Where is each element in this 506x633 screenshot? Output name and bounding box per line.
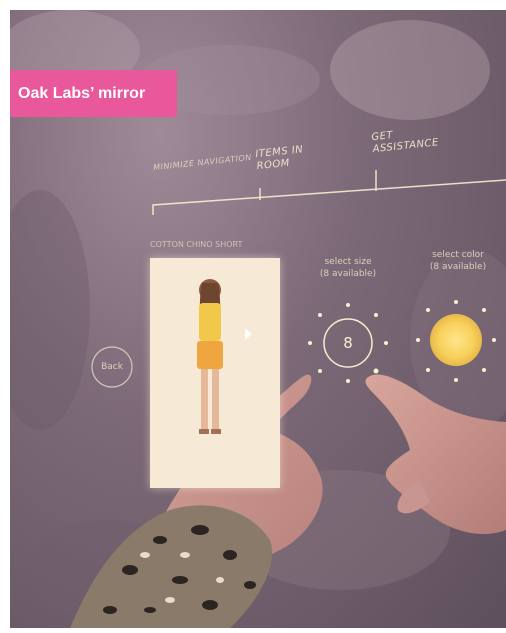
caption-badge: Oak Labs’ mirror xyxy=(10,70,177,117)
size-availability: (8 available) xyxy=(319,269,377,279)
caption-label: Oak Labs’ mirror xyxy=(18,84,146,102)
size-value[interactable]: 8 xyxy=(336,334,360,352)
product-model-image xyxy=(197,279,252,434)
nav-rail xyxy=(152,170,506,215)
product-name: COTTON CHINO SHORT xyxy=(150,240,243,249)
mirror-photo: Minimize Navigation Items in Room Get As… xyxy=(10,10,506,628)
color-availability: (8 available) xyxy=(429,262,487,272)
product-card[interactable] xyxy=(150,258,280,488)
size-heading: select size xyxy=(324,257,372,267)
back-button-label[interactable]: Back xyxy=(98,362,126,373)
color-heading: select color xyxy=(432,250,484,260)
